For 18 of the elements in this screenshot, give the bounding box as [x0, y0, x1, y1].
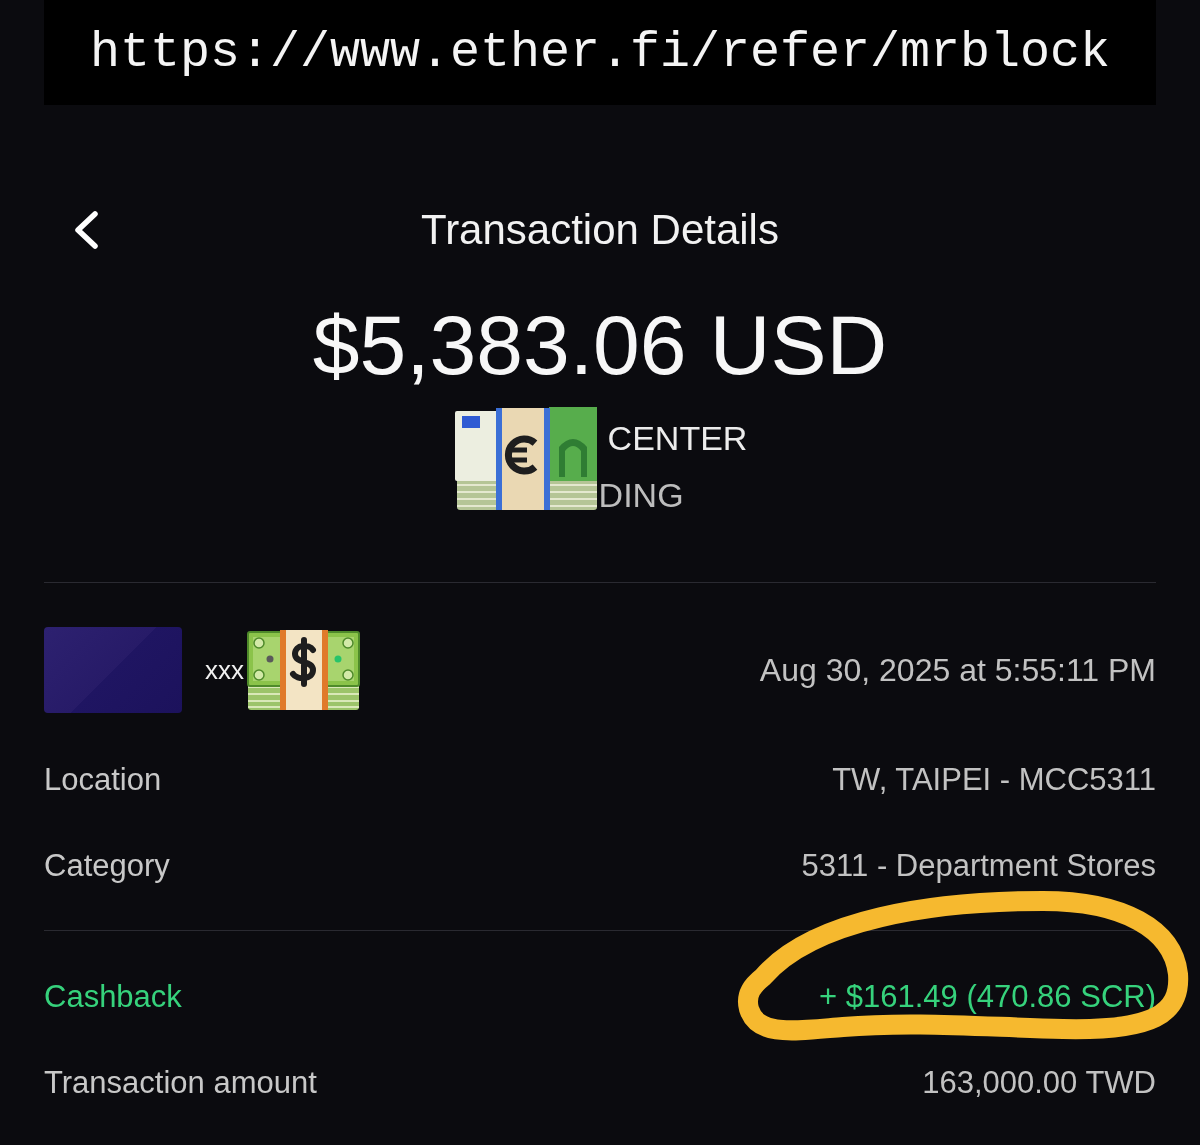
- dollar-bills-icon: [246, 628, 361, 712]
- detail-value: TW, TAIPEI - MCC5311: [832, 762, 1156, 798]
- detail-value: + $161.49 (470.86 SCR): [819, 979, 1156, 1015]
- detail-label: Location: [44, 762, 162, 798]
- page-title: Transaction Details: [421, 206, 779, 254]
- merchant-name: CENTER: [606, 418, 748, 459]
- detail-label: Category: [44, 848, 170, 884]
- merchant-subtitle: DING: [598, 475, 685, 516]
- masked-card-number: xxx: [205, 654, 244, 686]
- transaction-amount: $5,383.06 USD: [312, 297, 888, 394]
- detail-label: Cashback: [44, 979, 182, 1015]
- referral-url: https://www.ether.fi/refer/mrblock: [89, 24, 1111, 81]
- back-button[interactable]: [72, 210, 100, 250]
- transaction-date: Aug 30, 2025 at 5:55:11 PM: [759, 651, 1156, 689]
- chevron-left-icon: [72, 210, 100, 250]
- detail-value: 5311 - Department Stores: [801, 848, 1156, 884]
- detail-value: 163,000.00 TWD: [922, 1065, 1156, 1101]
- detail-label: Transaction amount: [44, 1065, 317, 1101]
